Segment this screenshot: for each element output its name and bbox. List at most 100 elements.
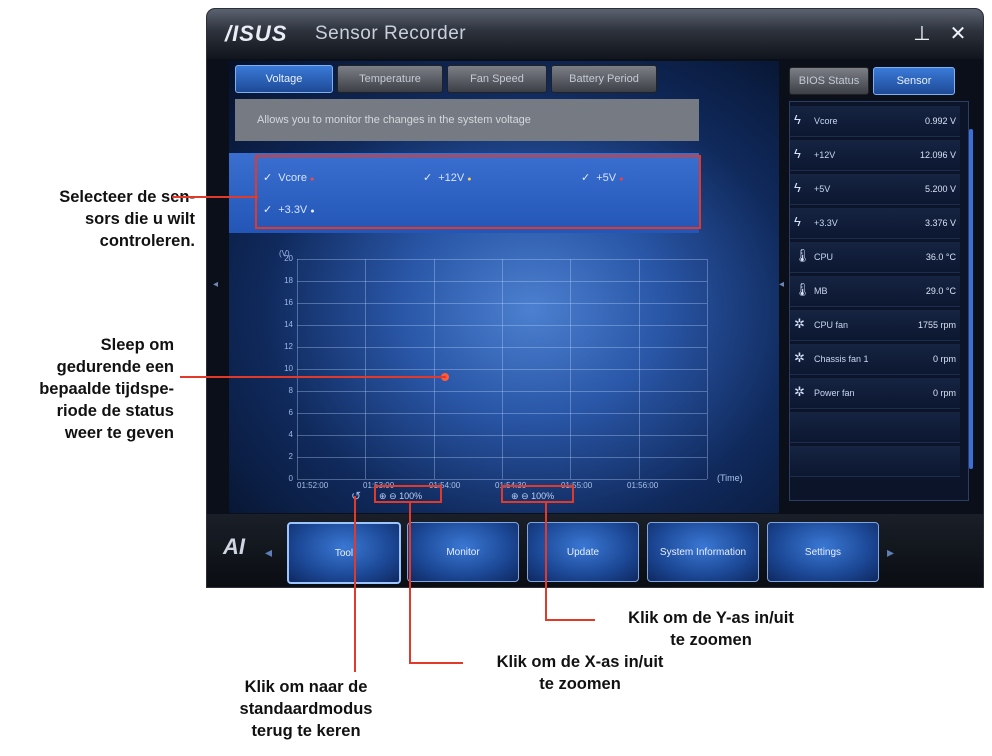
annotation-default-mode: Klik om naar de standaardmodus terug te … [239,678,373,740]
reading-value: 0.992 V [924,116,956,126]
reset-icon[interactable]: ↺ [351,489,361,503]
grid-line [570,259,571,479]
annotation-drag: Sleep om gedurende een bepaalde tijdspe-… [39,336,174,442]
annotation-select-sensors: Selecteer de sen- sors die u wilt contro… [59,188,195,250]
sensor-reading-row[interactable]: ϟ +3.3V 3.376 V [790,208,960,239]
y-zoom-highlight-box [501,485,574,503]
reading-name: +12V [814,150,836,160]
dock-update-button[interactable]: Update [527,522,639,582]
grid-line [297,479,707,480]
ai-suite-logo-icon: AI [223,534,245,559]
grid-line [502,259,503,479]
reading-name: +3.3V [814,218,838,228]
bottom-dock: AI ◂ Tool Monitor Update System Informat… [207,514,983,587]
left-arrow-icon[interactable]: ◂ [213,279,218,290]
panel-arrow-icon[interactable]: ◂ [779,279,784,290]
fan-icon: ✲ [794,350,805,365]
y-tick-label: 8 [288,386,293,395]
reading-value: 1755 rpm [917,320,956,330]
time-axis-label: (Time) [717,473,743,483]
reading-value: 3.376 V [924,218,956,228]
y-tick-label: 12 [284,342,293,351]
reading-name: CPU fan [814,320,849,330]
empty-row [790,446,960,477]
voltage-graph[interactable] [297,259,708,480]
reading-value: 5.200 V [924,184,956,194]
asus-logo: /ISUS [225,21,288,46]
y-tick-label: 18 [284,276,293,285]
grid-line [434,259,435,479]
reading-value: 0 rpm [932,354,956,364]
voltage-icon: ϟ [794,146,801,161]
annotation-x-zoom: Klik om de X-as in/uit te zoomen [496,653,664,693]
sensor-reading-row[interactable]: 🌡 CPU 36.0 °C [790,242,960,273]
y-tick-label: 10 [284,364,293,373]
y-tick-label: 4 [288,430,293,439]
reading-value: 36.0 °C [925,252,956,262]
voltage-icon: ϟ [794,112,801,127]
minimize-button[interactable]: ⊥ [911,23,933,45]
sensor-reading-row[interactable]: ✲ Power fan 0 rpm [790,378,960,409]
reading-name: MB [814,286,828,296]
y-tick-label: 20 [284,254,293,263]
pointer-line [180,376,446,378]
tab-temperature[interactable]: Temperature [337,65,443,93]
dock-monitor-button[interactable]: Monitor [407,522,519,582]
dock-right-arrow-icon[interactable]: ▸ [887,544,894,561]
grid-line [639,259,640,479]
title-bar: /ISUS Sensor Recorder ⊥ ✕ [207,9,983,59]
dock-system-information-button[interactable]: System Information [647,522,759,582]
pointer-line [545,619,595,621]
reading-value: 12.096 V [919,150,956,160]
y-tick-label: 0 [288,474,293,483]
sensor-reading-row[interactable]: ϟ +12V 12.096 V [790,140,960,171]
grid-line [297,259,298,479]
dock-settings-button[interactable]: Settings [767,522,879,582]
tab-battery-period[interactable]: Battery Period [551,65,657,93]
grid-line [707,259,708,479]
reading-name: CPU [814,252,834,262]
y-tick-label: 16 [284,298,293,307]
sensor-reading-row[interactable]: ✲ Chassis fan 1 0 rpm [790,344,960,375]
voltage-icon: ϟ [794,180,801,195]
reading-name: Power fan [814,388,855,398]
tab-sensor[interactable]: Sensor [873,67,955,95]
dock-tool-button[interactable]: Tool [287,522,401,584]
reading-name: Vcore [814,116,838,126]
sensor-recorder-window: /ISUS Sensor Recorder ⊥ ✕ ◂ ◂ Voltage Te… [207,9,983,587]
sensor-reading-row[interactable]: ✲ CPU fan 1755 rpm [790,310,960,341]
y-tick-label: 6 [288,408,293,417]
sensor-reading-row[interactable]: ϟ +5V 5.200 V [790,174,960,205]
annotation-y-zoom: Klik om de Y-as in/uit te zoomen [628,609,794,649]
y-tick-label: 14 [284,320,293,329]
empty-row [790,412,960,443]
fan-icon: ✲ [794,316,805,331]
fan-icon: ✲ [794,384,805,399]
dock-left-arrow-icon[interactable]: ◂ [265,544,272,561]
sensor-reading-row[interactable]: ϟ Vcore 0.992 V [790,106,960,137]
tab-fan-speed[interactable]: Fan Speed [447,65,547,93]
sensor-graph-panel: Voltage Temperature Fan Speed Battery Pe… [229,61,779,513]
reading-name: +5V [814,184,831,194]
x-zoom-highlight-box [374,485,442,503]
reading-value: 0 rpm [932,388,956,398]
sensor-readings: ϟ Vcore 0.992 V ϟ +12V 12.096 V ϟ +5V 5.200 V ϟ +3… [789,101,969,501]
pointer-line [354,496,356,672]
description-text: Allows you to monitor the changes in the… [235,99,699,141]
x-tick-label: 01:56:00 [627,481,659,490]
voltage-icon: ϟ [794,214,801,229]
tab-voltage[interactable]: Voltage [235,65,333,93]
sensor-reading-row[interactable]: 🌡 MB 29.0 °C [790,276,960,307]
tab-bios-status[interactable]: BIOS Status [789,67,869,95]
pointer-line [409,503,411,663]
y-tick-label: 2 [288,452,293,461]
scrollbar[interactable] [969,129,973,469]
temperature-icon: 🌡 [794,248,811,263]
pointer-line [409,662,463,664]
temperature-icon: 🌡 [794,282,811,297]
window-title: Sensor Recorder [315,23,467,44]
x-tick-label: 01:52:00 [297,481,329,490]
sensor-highlight-box [255,155,701,229]
close-button[interactable]: ✕ [947,23,969,45]
grid-line [365,259,366,479]
